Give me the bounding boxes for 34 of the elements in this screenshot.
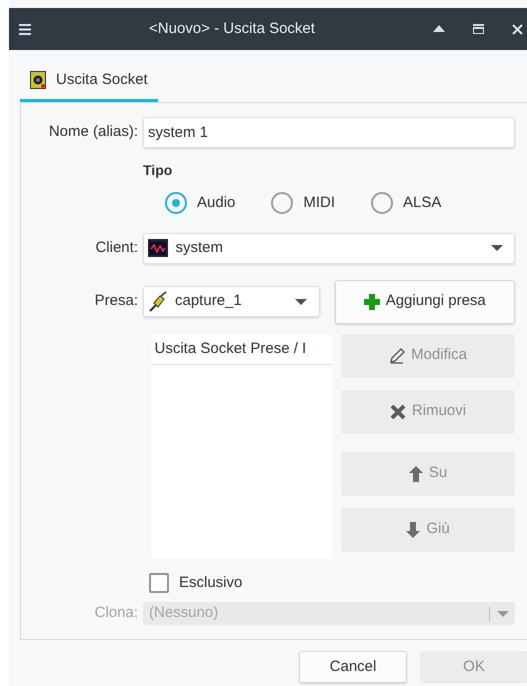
- plug-dropdown[interactable]: capture_1: [142, 286, 320, 317]
- up-arrow-icon: [408, 466, 423, 482]
- x-icon: [390, 404, 406, 420]
- caret-icon: [497, 610, 509, 616]
- checkbox[interactable]: [149, 572, 169, 593]
- field-label: Client:: [94, 238, 139, 258]
- field-label: Presa:: [94, 291, 139, 312]
- plug-list[interactable]: Uscita Socket Prese / I: [150, 334, 332, 558]
- field-label: Nome (alias):: [48, 122, 139, 142]
- close-icon[interactable]: [512, 24, 523, 34]
- menu-icon[interactable]: [19, 24, 31, 34]
- radio-option[interactable]: MIDI: [271, 192, 336, 214]
- radio-option[interactable]: Audio: [165, 192, 236, 214]
- caret-icon: [490, 245, 502, 251]
- caret-icon: [295, 298, 307, 304]
- plug-icon: [148, 290, 168, 312]
- client-dropdown[interactable]: system: [143, 232, 515, 264]
- socket-icon: [30, 71, 46, 90]
- window-title: <Nuovo> - Uscita Socket: [149, 20, 315, 37]
- pencil-icon: [389, 348, 406, 364]
- tab[interactable]: Uscita Socket: [20, 69, 158, 102]
- maximize-icon[interactable]: [473, 24, 484, 34]
- checkbox-label: Esclusivo: [179, 572, 242, 592]
- shade-icon[interactable]: [433, 25, 445, 33]
- column-header: Uscita Socket Prese / I: [150, 334, 332, 365]
- name-field[interactable]: system 1: [143, 116, 515, 148]
- action-button[interactable]: Aggiungi presa: [334, 280, 515, 324]
- radio-option[interactable]: ALSA: [371, 192, 442, 214]
- plus-icon: [364, 294, 380, 310]
- dialog-button[interactable]: Cancel: [299, 651, 407, 683]
- section-heading: Tipo: [143, 162, 172, 178]
- down-arrow-icon: [406, 522, 420, 538]
- field-label: Clona:: [94, 603, 139, 624]
- monitor-icon: [148, 239, 168, 257]
